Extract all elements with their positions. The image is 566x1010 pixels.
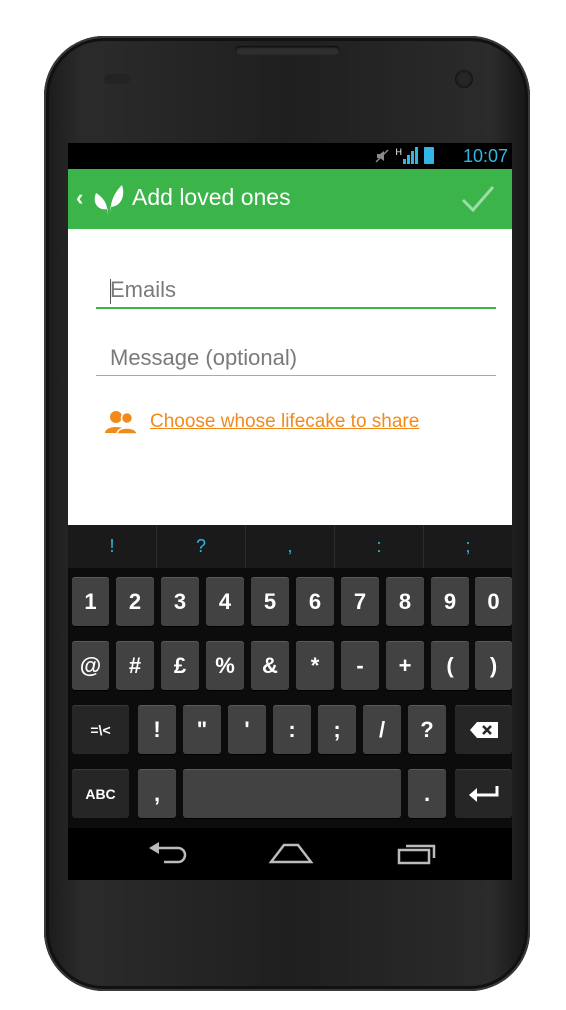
key-colon[interactable]: : [273,705,311,754]
key-open-paren[interactable]: ( [431,641,469,690]
share-lifecake-link[interactable]: Choose whose lifecake to share [104,409,419,435]
key-2[interactable]: 2 [116,577,154,626]
key-6[interactable]: 6 [296,577,334,626]
suggestion-item[interactable]: : [335,525,424,568]
suggestion-item[interactable]: , [246,525,335,568]
leaf-logo-icon[interactable] [90,179,126,219]
email-underline [96,307,496,309]
key-hash[interactable]: # [116,641,154,690]
page-title: Add loved ones [132,184,291,210]
message-field[interactable] [96,345,510,375]
screen: H 10:07 ‹ Add loved ones Emails Message … [68,143,512,880]
mute-icon [374,148,390,164]
backspace-key[interactable] [455,705,512,754]
status-bar: H 10:07 [68,143,512,169]
proximity-sensor [104,74,130,84]
key-symbols-more[interactable]: =\< [72,705,129,754]
space-key[interactable] [183,769,401,818]
recent-apps-icon[interactable] [396,840,440,866]
people-icon [105,411,138,435]
key-period[interactable]: . [408,769,446,818]
form-area: Choose whose lifecake to share [68,229,512,525]
key-semicolon[interactable]: ; [318,705,356,754]
backspace-icon [469,721,498,738]
suggestion-item[interactable]: ? [157,525,246,568]
abc-key[interactable]: ABC [72,769,129,818]
keyboard: ! ? , : ; 1 2 3 4 5 6 7 8 9 0 @ # £ % & … [68,525,512,828]
key-minus[interactable]: - [341,641,379,690]
earpiece-speaker [235,46,340,55]
key-3[interactable]: 3 [161,577,199,626]
key-pound[interactable]: £ [161,641,199,690]
enter-icon [468,785,498,802]
key-0[interactable]: 0 [475,577,512,626]
text-cursor [110,279,111,304]
suggestion-strip: ! ? , : ; [68,525,512,568]
share-link-text[interactable]: Choose whose lifecake to share [150,411,419,433]
key-4[interactable]: 4 [206,577,244,626]
key-percent[interactable]: % [206,641,244,690]
message-field-wrapper [96,345,510,376]
key-7[interactable]: 7 [341,577,379,626]
key-question[interactable]: ? [408,705,446,754]
key-asterisk[interactable]: * [296,641,334,690]
enter-key[interactable] [455,769,512,818]
key-single-quote[interactable]: ' [228,705,266,754]
key-exclamation[interactable]: ! [138,705,176,754]
front-camera [455,70,473,88]
signal-icon: H [395,147,418,164]
navigation-bar [68,828,512,880]
home-icon[interactable] [268,840,314,866]
email-field-wrapper [96,277,510,309]
suggestion-item[interactable]: ! [68,525,157,568]
checkmark-icon[interactable] [460,183,496,215]
key-ampersand[interactable]: & [251,641,289,690]
chevron-left-icon[interactable]: ‹ [76,185,83,211]
network-type-label: H [395,147,403,157]
key-close-paren[interactable]: ) [475,641,512,690]
key-5[interactable]: 5 [251,577,289,626]
action-bar: ‹ Add loved ones [68,169,512,229]
key-8[interactable]: 8 [386,577,424,626]
key-double-quote[interactable]: " [183,705,221,754]
suggestion-item[interactable]: ; [424,525,512,568]
back-icon[interactable] [146,840,188,866]
message-underline [96,375,496,376]
clock: 10:07 [462,146,508,166]
key-at[interactable]: @ [72,641,109,690]
battery-icon [424,147,434,164]
key-9[interactable]: 9 [431,577,469,626]
key-plus[interactable]: + [386,641,424,690]
key-comma[interactable]: , [138,769,176,818]
key-1[interactable]: 1 [72,577,109,626]
email-field[interactable] [96,277,510,307]
key-slash[interactable]: / [363,705,401,754]
